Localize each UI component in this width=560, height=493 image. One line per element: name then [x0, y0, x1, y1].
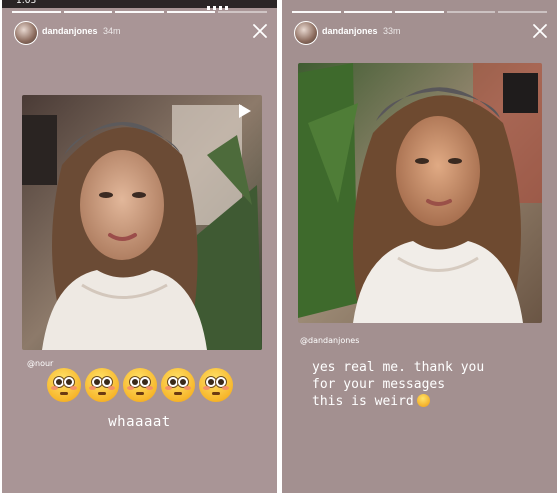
flushed-face-icon	[161, 368, 195, 402]
progress-segment	[498, 11, 547, 13]
story-progress-bar	[12, 11, 267, 13]
story-caption: whaaaat	[108, 414, 171, 430]
progress-segment	[343, 11, 393, 13]
play-icon[interactable]	[238, 103, 252, 119]
flushed-face-icon	[199, 368, 233, 402]
portrait-image	[22, 95, 262, 350]
caption-line-text: this is weird	[312, 394, 414, 409]
post-time: 34m	[103, 26, 121, 36]
progress-segment	[218, 11, 267, 13]
story-header: dandanjones 34m	[2, 18, 277, 54]
progress-segment	[446, 11, 496, 13]
mention-tag[interactable]: @dandanjones	[300, 336, 359, 345]
username[interactable]: dandanjones	[322, 26, 378, 36]
progress-segment	[292, 11, 341, 13]
progress-segment	[63, 11, 113, 13]
story-header: dandanjones 33m	[282, 18, 557, 54]
story-photo[interactable]	[298, 63, 542, 323]
avatar[interactable]	[14, 21, 38, 45]
story-photo[interactable]	[22, 95, 262, 350]
smirking-face-icon	[416, 394, 430, 407]
progress-segment	[115, 11, 164, 13]
flushed-face-icon	[123, 368, 157, 402]
story-caption: yes real me. thank you for your messages…	[312, 359, 552, 410]
close-icon[interactable]	[531, 22, 549, 40]
right-story-panel: dandanjones 33m @dandanjones yes real me…	[282, 0, 557, 493]
progress-segment	[395, 11, 444, 13]
status-bar: 1:03	[2, 0, 277, 10]
flushed-face-icon	[85, 368, 119, 402]
username[interactable]: dandanjones	[42, 26, 98, 36]
emoji-row	[47, 368, 233, 402]
portrait-image	[298, 63, 542, 323]
mention-tag[interactable]: @nour	[27, 359, 53, 368]
left-story-panel: 1:03 dandanjones 34m @nour whaaaat	[2, 0, 277, 493]
close-icon[interactable]	[251, 22, 269, 40]
post-time: 33m	[383, 26, 401, 36]
caption-line: for your messages	[312, 377, 446, 392]
flushed-face-icon	[47, 368, 81, 402]
caption-line: yes real me. thank you	[312, 360, 485, 375]
status-bar-clock: 1:03	[16, 0, 37, 6]
signal-icon	[207, 0, 237, 10]
progress-segment	[166, 11, 216, 13]
progress-segment	[12, 11, 61, 13]
caption-line: this is weird	[312, 393, 552, 410]
story-progress-bar	[292, 11, 547, 13]
avatar[interactable]	[294, 21, 318, 45]
